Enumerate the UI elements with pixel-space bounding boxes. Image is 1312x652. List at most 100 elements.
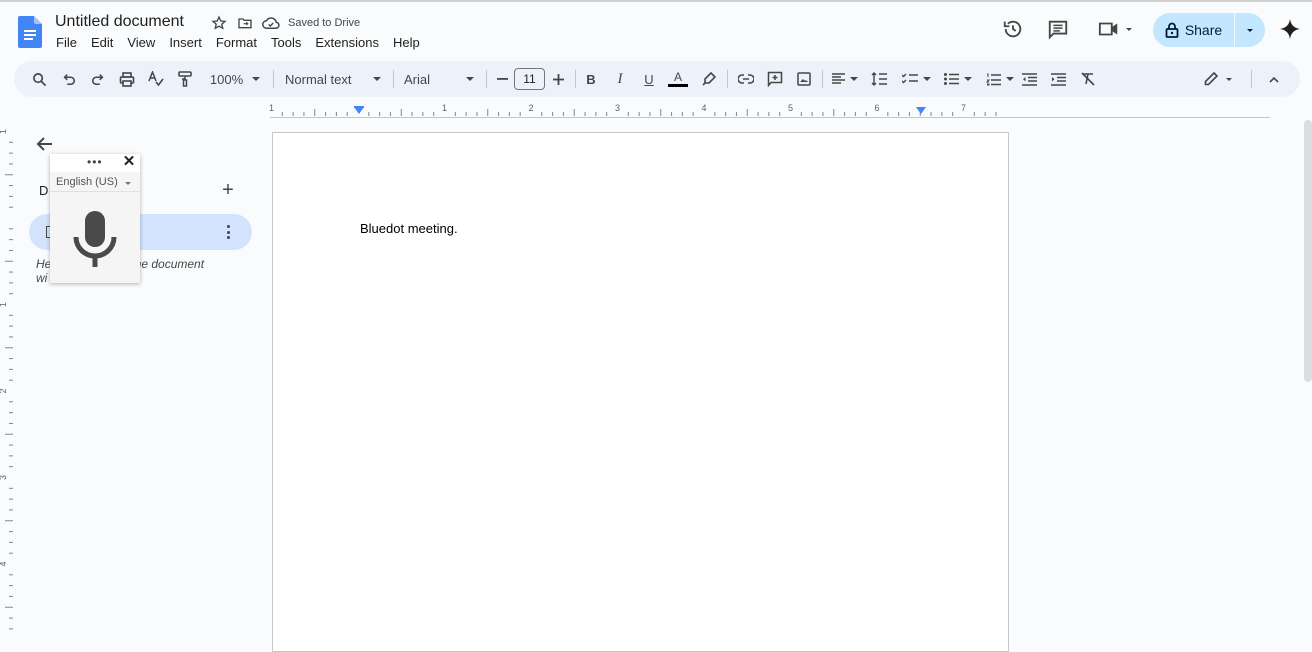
checklist-select[interactable] bbox=[898, 61, 934, 97]
lock-icon bbox=[1165, 22, 1179, 38]
font-size-input[interactable]: 11 bbox=[514, 68, 545, 90]
first-line-indent-marker[interactable] bbox=[354, 106, 364, 108]
zoom-select[interactable]: 100% bbox=[206, 61, 264, 97]
share-dropdown-button[interactable] bbox=[1235, 13, 1265, 47]
decrease-font-size-button[interactable] bbox=[492, 61, 512, 97]
increase-font-size-button[interactable] bbox=[549, 61, 567, 97]
paragraph-style-value: Normal text bbox=[285, 71, 352, 87]
hide-menus-icon[interactable] bbox=[1264, 61, 1284, 97]
ruler-divider bbox=[270, 117, 1270, 118]
more-options-icon[interactable]: ••• bbox=[87, 156, 103, 168]
ruler-label: 1 bbox=[269, 103, 274, 113]
close-icon[interactable]: ✕ bbox=[122, 154, 136, 169]
voice-typing-panel: ••• ✕ English (US) bbox=[50, 154, 140, 283]
hint-fragment: wi bbox=[36, 271, 48, 285]
increase-indent-icon[interactable] bbox=[1047, 61, 1069, 97]
text-color-button[interactable]: A bbox=[667, 61, 689, 97]
ruler-label: 7 bbox=[961, 103, 966, 113]
ruler-label: 2 bbox=[528, 103, 533, 113]
ruler-label: 6 bbox=[874, 103, 879, 113]
microphone-icon[interactable] bbox=[73, 209, 117, 269]
ruler-label: 1 bbox=[0, 129, 8, 134]
voice-typing-titlebar[interactable]: ••• ✕ bbox=[50, 154, 140, 172]
font-family-value: Arial bbox=[404, 71, 431, 87]
underline-icon[interactable]: U bbox=[640, 61, 658, 97]
menu-help[interactable]: Help bbox=[386, 35, 427, 51]
right-indent-marker[interactable] bbox=[916, 107, 926, 114]
clear-formatting-icon[interactable] bbox=[1076, 61, 1098, 97]
share-label: Share bbox=[1184, 22, 1223, 38]
document-title[interactable]: Untitled document bbox=[55, 13, 184, 31]
add-comment-icon[interactable] bbox=[764, 61, 786, 97]
menu-format[interactable]: Format bbox=[209, 35, 264, 51]
share-button[interactable]: Share bbox=[1153, 13, 1235, 47]
document-page[interactable]: Bluedot meeting. bbox=[272, 132, 1009, 652]
meet-video-button[interactable] bbox=[1094, 18, 1136, 40]
plus-icon bbox=[552, 73, 564, 85]
ruler-label: 1 bbox=[0, 302, 8, 307]
comments-icon[interactable] bbox=[1046, 18, 1070, 40]
toolbar-divider bbox=[1251, 70, 1252, 88]
toolbar-divider bbox=[486, 70, 487, 88]
chevron-down-icon bbox=[1226, 77, 1232, 81]
undo-icon[interactable] bbox=[58, 61, 80, 97]
editing-mode-select[interactable] bbox=[1200, 61, 1236, 97]
zoom-value: 100% bbox=[209, 71, 244, 87]
bold-icon[interactable]: B bbox=[582, 61, 600, 97]
menu-edit[interactable]: Edit bbox=[84, 35, 120, 51]
menu-bar: File Edit View Insert Format Tools Exten… bbox=[49, 35, 427, 51]
move-folder-icon[interactable] bbox=[232, 13, 258, 33]
back-arrow-icon[interactable] bbox=[34, 133, 56, 155]
align-select[interactable] bbox=[829, 61, 861, 97]
toolbar-divider bbox=[822, 70, 823, 88]
ruler-label: 3 bbox=[615, 103, 620, 113]
version-history-icon[interactable] bbox=[1001, 18, 1025, 40]
ruler-label: 4 bbox=[0, 561, 8, 566]
left-indent-marker[interactable] bbox=[354, 107, 364, 114]
bulleted-list-select[interactable] bbox=[940, 61, 976, 97]
language-select[interactable]: English (US) bbox=[50, 172, 140, 192]
vertical-scrollbar[interactable] bbox=[1304, 120, 1312, 382]
toolbar-divider bbox=[393, 70, 394, 88]
app-header: Untitled document Saved to Drive File Ed… bbox=[0, 2, 1312, 58]
line-spacing-icon[interactable] bbox=[868, 61, 890, 97]
menu-view[interactable]: View bbox=[120, 35, 162, 51]
cloud-saved-icon[interactable] bbox=[258, 13, 284, 33]
ruler-label: 5 bbox=[788, 103, 793, 113]
highlight-color-icon[interactable] bbox=[698, 61, 720, 97]
print-icon[interactable] bbox=[116, 61, 138, 97]
star-icon[interactable] bbox=[206, 13, 232, 33]
italic-icon[interactable]: I bbox=[611, 61, 629, 97]
add-tab-icon[interactable]: + bbox=[219, 180, 237, 200]
chevron-down-icon bbox=[1006, 77, 1014, 81]
spellcheck-icon[interactable] bbox=[145, 61, 167, 97]
menu-insert[interactable]: Insert bbox=[162, 35, 209, 51]
chevron-down-icon bbox=[125, 182, 131, 185]
menu-file[interactable]: File bbox=[49, 35, 84, 51]
insert-link-icon[interactable] bbox=[735, 61, 757, 97]
redo-icon[interactable] bbox=[87, 61, 109, 97]
horizontal-ruler[interactable]: 1 1 2 3 4 5 6 7 bbox=[260, 100, 1020, 118]
toolbar-divider bbox=[727, 70, 728, 88]
decrease-indent-icon[interactable] bbox=[1018, 61, 1040, 97]
checklist-icon bbox=[901, 73, 918, 84]
insert-image-icon[interactable] bbox=[793, 61, 815, 97]
font-family-select[interactable]: Arial bbox=[404, 61, 474, 97]
vertical-ruler[interactable]: 1 1 2 3 4 bbox=[0, 120, 16, 639]
numbered-list-select[interactable] bbox=[982, 61, 1018, 97]
paragraph-style-select[interactable]: Normal text bbox=[285, 61, 381, 97]
paint-format-icon[interactable] bbox=[174, 61, 196, 97]
formatting-toolbar: 100% Normal text Arial 11 B I U A bbox=[14, 61, 1300, 97]
ruler-label: 3 bbox=[0, 475, 8, 480]
document-body-text[interactable]: Bluedot meeting. bbox=[360, 221, 458, 236]
gemini-sparkle-icon[interactable] bbox=[1278, 18, 1302, 40]
chevron-down-icon bbox=[922, 77, 931, 81]
menu-tools[interactable]: Tools bbox=[264, 35, 308, 51]
docs-logo-icon[interactable] bbox=[18, 16, 42, 48]
ruler-label: 1 bbox=[442, 103, 447, 113]
tab-options-icon[interactable] bbox=[223, 223, 233, 241]
chevron-down-icon bbox=[964, 77, 972, 81]
menu-extensions[interactable]: Extensions bbox=[308, 35, 386, 51]
search-menus-icon[interactable] bbox=[28, 61, 50, 97]
chevron-down-icon bbox=[373, 77, 381, 81]
